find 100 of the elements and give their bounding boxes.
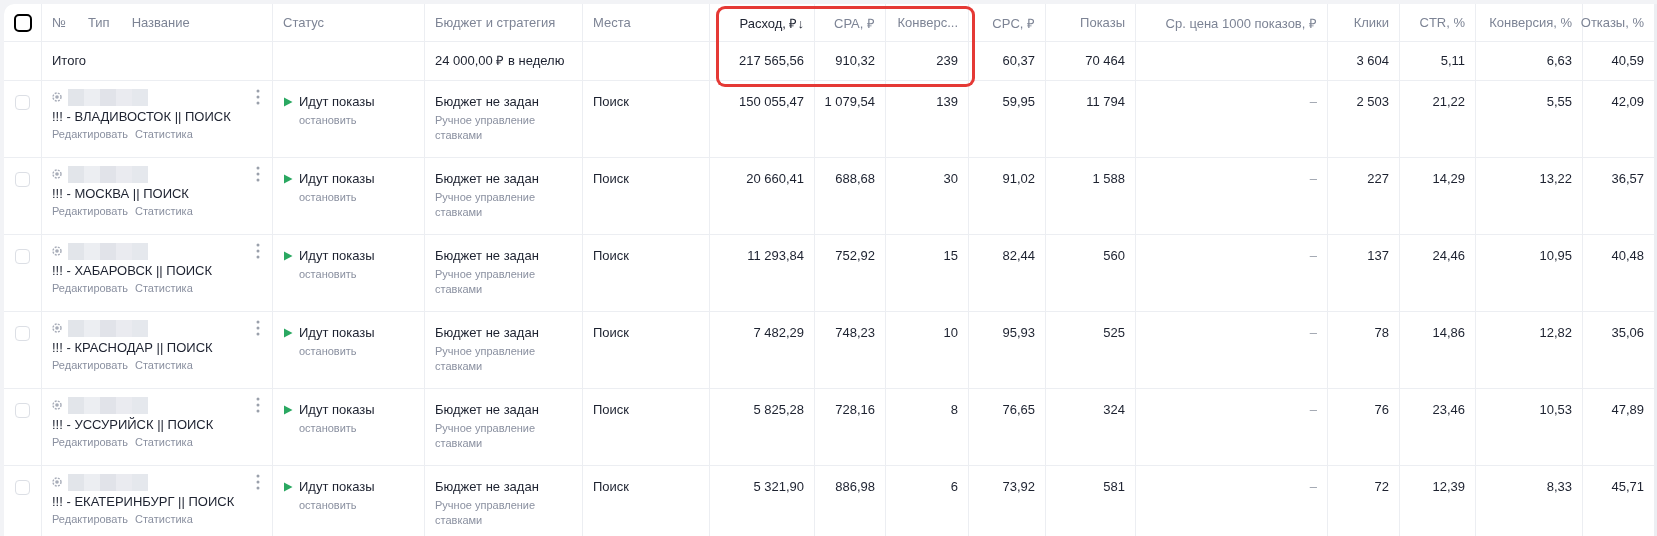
- stop-link[interactable]: остановить: [299, 113, 357, 127]
- campaign-name[interactable]: !!! - ВЛАДИВОСТОК || ПОИСК: [52, 108, 231, 126]
- column-header[interactable]: Название: [131, 15, 190, 30]
- target-icon: [52, 477, 62, 487]
- metric-value: 6: [950, 479, 958, 495]
- budget-text: Бюджет не задан: [435, 94, 539, 110]
- row-checkbox[interactable]: [15, 326, 30, 341]
- statistics-link[interactable]: Статистика: [135, 281, 193, 295]
- budget-text: Бюджет не задан: [435, 171, 539, 187]
- metric-value: 324: [1103, 402, 1125, 418]
- metric-value: –: [1309, 402, 1317, 418]
- metric-value: 1 588: [1092, 171, 1125, 187]
- more-icon[interactable]: [256, 474, 260, 490]
- strategy-text: Ручное управление ставками: [435, 344, 537, 374]
- campaign-name[interactable]: !!! - ХАБАРОВСК || ПОИСК: [52, 262, 213, 280]
- stop-link[interactable]: остановить: [299, 498, 357, 512]
- metric-value: 11 794: [1086, 94, 1125, 110]
- metric-value: 13,22: [1539, 171, 1572, 187]
- campaign-name[interactable]: !!! - УССУРИЙСК || ПОИСК: [52, 416, 214, 434]
- total-value: 70 464: [1085, 53, 1125, 69]
- column-header[interactable]: CPC, ₽: [992, 13, 1035, 32]
- row-checkbox[interactable]: [15, 403, 30, 418]
- metric-value: 23,46: [1432, 402, 1465, 418]
- total-value: 5,11: [1440, 53, 1465, 69]
- row-checkbox[interactable]: [15, 172, 30, 187]
- status-text: Идут показы: [299, 94, 375, 110]
- column-header[interactable]: Бюджет и стратегия: [435, 15, 556, 30]
- metric-value: –: [1309, 479, 1317, 495]
- more-icon[interactable]: [256, 89, 260, 105]
- stop-link[interactable]: остановить: [299, 344, 357, 358]
- statistics-link[interactable]: Статистика: [135, 358, 193, 372]
- column-header[interactable]: CPA, ₽: [834, 13, 875, 32]
- status-text: Идут показы: [299, 325, 375, 341]
- campaign-name[interactable]: !!! - ЕКАТЕРИНБУРГ || ПОИСК: [52, 493, 235, 511]
- statistics-link[interactable]: Статистика: [135, 204, 193, 218]
- places-text: Поиск: [593, 325, 630, 341]
- metric-value: 581: [1103, 479, 1125, 495]
- metric-value: –: [1309, 171, 1317, 187]
- more-icon[interactable]: [256, 243, 260, 259]
- metric-value: 30: [943, 171, 958, 187]
- strategy-text: Ручное управление ставками: [435, 421, 537, 451]
- target-icon: [52, 246, 62, 256]
- row-checkbox[interactable]: [15, 249, 30, 264]
- metric-value: 139: [936, 94, 958, 110]
- row-checkbox[interactable]: [15, 95, 30, 110]
- column-header[interactable]: Отказы, %: [1580, 15, 1644, 30]
- total-value: 60,37: [1002, 53, 1035, 69]
- metric-value: 36,57: [1611, 171, 1644, 187]
- column-header[interactable]: Показы: [1080, 15, 1125, 30]
- budget-text: Бюджет не задан: [435, 248, 539, 264]
- metric-value: 82,44: [1002, 248, 1035, 264]
- edit-link[interactable]: Редактировать: [52, 281, 128, 295]
- campaign-name[interactable]: !!! - КРАСНОДАР || ПОИСК: [52, 339, 213, 357]
- places-text: Поиск: [593, 248, 630, 264]
- metric-value: 14,86: [1432, 325, 1465, 341]
- totals-label: Итого: [52, 53, 87, 69]
- column-header[interactable]: Тип: [87, 15, 110, 30]
- stop-link[interactable]: остановить: [299, 190, 357, 204]
- places-text: Поиск: [593, 402, 630, 418]
- metric-value: 10,53: [1539, 402, 1572, 418]
- select-all-checkbox[interactable]: [13, 13, 32, 32]
- edit-link[interactable]: Редактировать: [52, 204, 128, 218]
- column-header[interactable]: Клики: [1353, 15, 1389, 30]
- column-header[interactable]: Места: [593, 15, 631, 30]
- column-header[interactable]: Расход, ₽↓: [739, 13, 804, 32]
- stop-link[interactable]: остановить: [299, 267, 357, 281]
- edit-link[interactable]: Редактировать: [52, 127, 128, 141]
- stop-link[interactable]: остановить: [299, 421, 357, 435]
- budget-text: Бюджет не задан: [435, 402, 539, 418]
- places-text: Поиск: [593, 479, 630, 495]
- statistics-link[interactable]: Статистика: [135, 435, 193, 449]
- column-header[interactable]: Конверсия, %: [1489, 15, 1572, 30]
- total-value: 6,63: [1546, 53, 1572, 69]
- metric-value: 76: [1374, 402, 1389, 418]
- edit-link[interactable]: Редактировать: [52, 435, 128, 449]
- metric-value: 73,92: [1002, 479, 1035, 495]
- metric-value: 752,92: [835, 248, 875, 264]
- places-text: Поиск: [593, 171, 630, 187]
- metric-value: 7 482,29: [753, 325, 804, 341]
- metric-value: 886,98: [835, 479, 875, 495]
- edit-link[interactable]: Редактировать: [52, 358, 128, 372]
- more-icon[interactable]: [256, 397, 260, 413]
- statistics-link[interactable]: Статистика: [135, 512, 193, 526]
- column-header[interactable]: Статус: [283, 15, 325, 30]
- column-header[interactable]: №: [52, 15, 66, 30]
- strategy-text: Ручное управление ставками: [435, 267, 537, 297]
- column-header[interactable]: CTR, %: [1419, 15, 1465, 30]
- metric-value: 12,39: [1432, 479, 1465, 495]
- metric-value: 227: [1367, 171, 1389, 187]
- total-value: 3 604: [1356, 53, 1389, 69]
- campaign-name[interactable]: !!! - МОСКВА || ПОИСК: [52, 185, 189, 203]
- row-checkbox[interactable]: [15, 480, 30, 495]
- statistics-link[interactable]: Статистика: [135, 127, 193, 141]
- column-header[interactable]: Конверс...: [897, 15, 958, 30]
- column-header[interactable]: Ср. цена 1000 показов, ₽: [1165, 13, 1317, 32]
- metric-value: 728,16: [835, 402, 875, 418]
- edit-link[interactable]: Редактировать: [52, 512, 128, 526]
- more-icon[interactable]: [256, 320, 260, 336]
- more-icon[interactable]: [256, 166, 260, 182]
- metric-value: 15: [943, 248, 958, 264]
